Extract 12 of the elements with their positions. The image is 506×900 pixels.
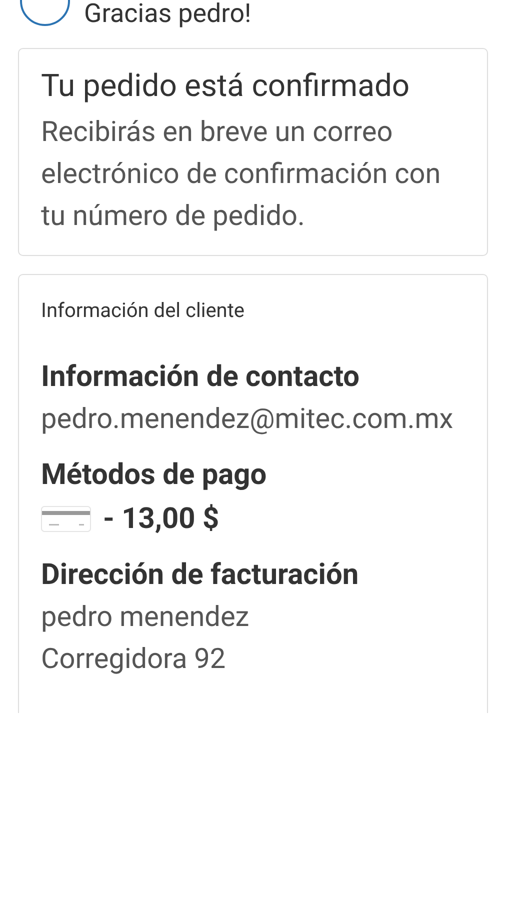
customer-info-title: Información del cliente	[41, 297, 246, 323]
credit-card-icon	[41, 506, 91, 532]
section-text: pedro.menendez@mitec.com.mx	[41, 401, 454, 437]
section-heading: Dirección de facturación	[41, 557, 360, 594]
payment-amount: - 13,00 $	[103, 501, 220, 538]
thank-you-title: Gracias pedro!	[84, 0, 252, 29]
section-heading: Métodos de pago	[41, 457, 268, 494]
section-heading: Información de contacto	[41, 359, 361, 396]
confirmation-message: Recibirás en breve un correo electrónico de confirmación con tu número de pedido.	[41, 114, 442, 234]
section-text: pedro menendez	[41, 599, 250, 635]
section-text: Corregidora 92	[41, 641, 227, 677]
confirmation-title: Tu pedido está confirmado	[41, 67, 411, 105]
